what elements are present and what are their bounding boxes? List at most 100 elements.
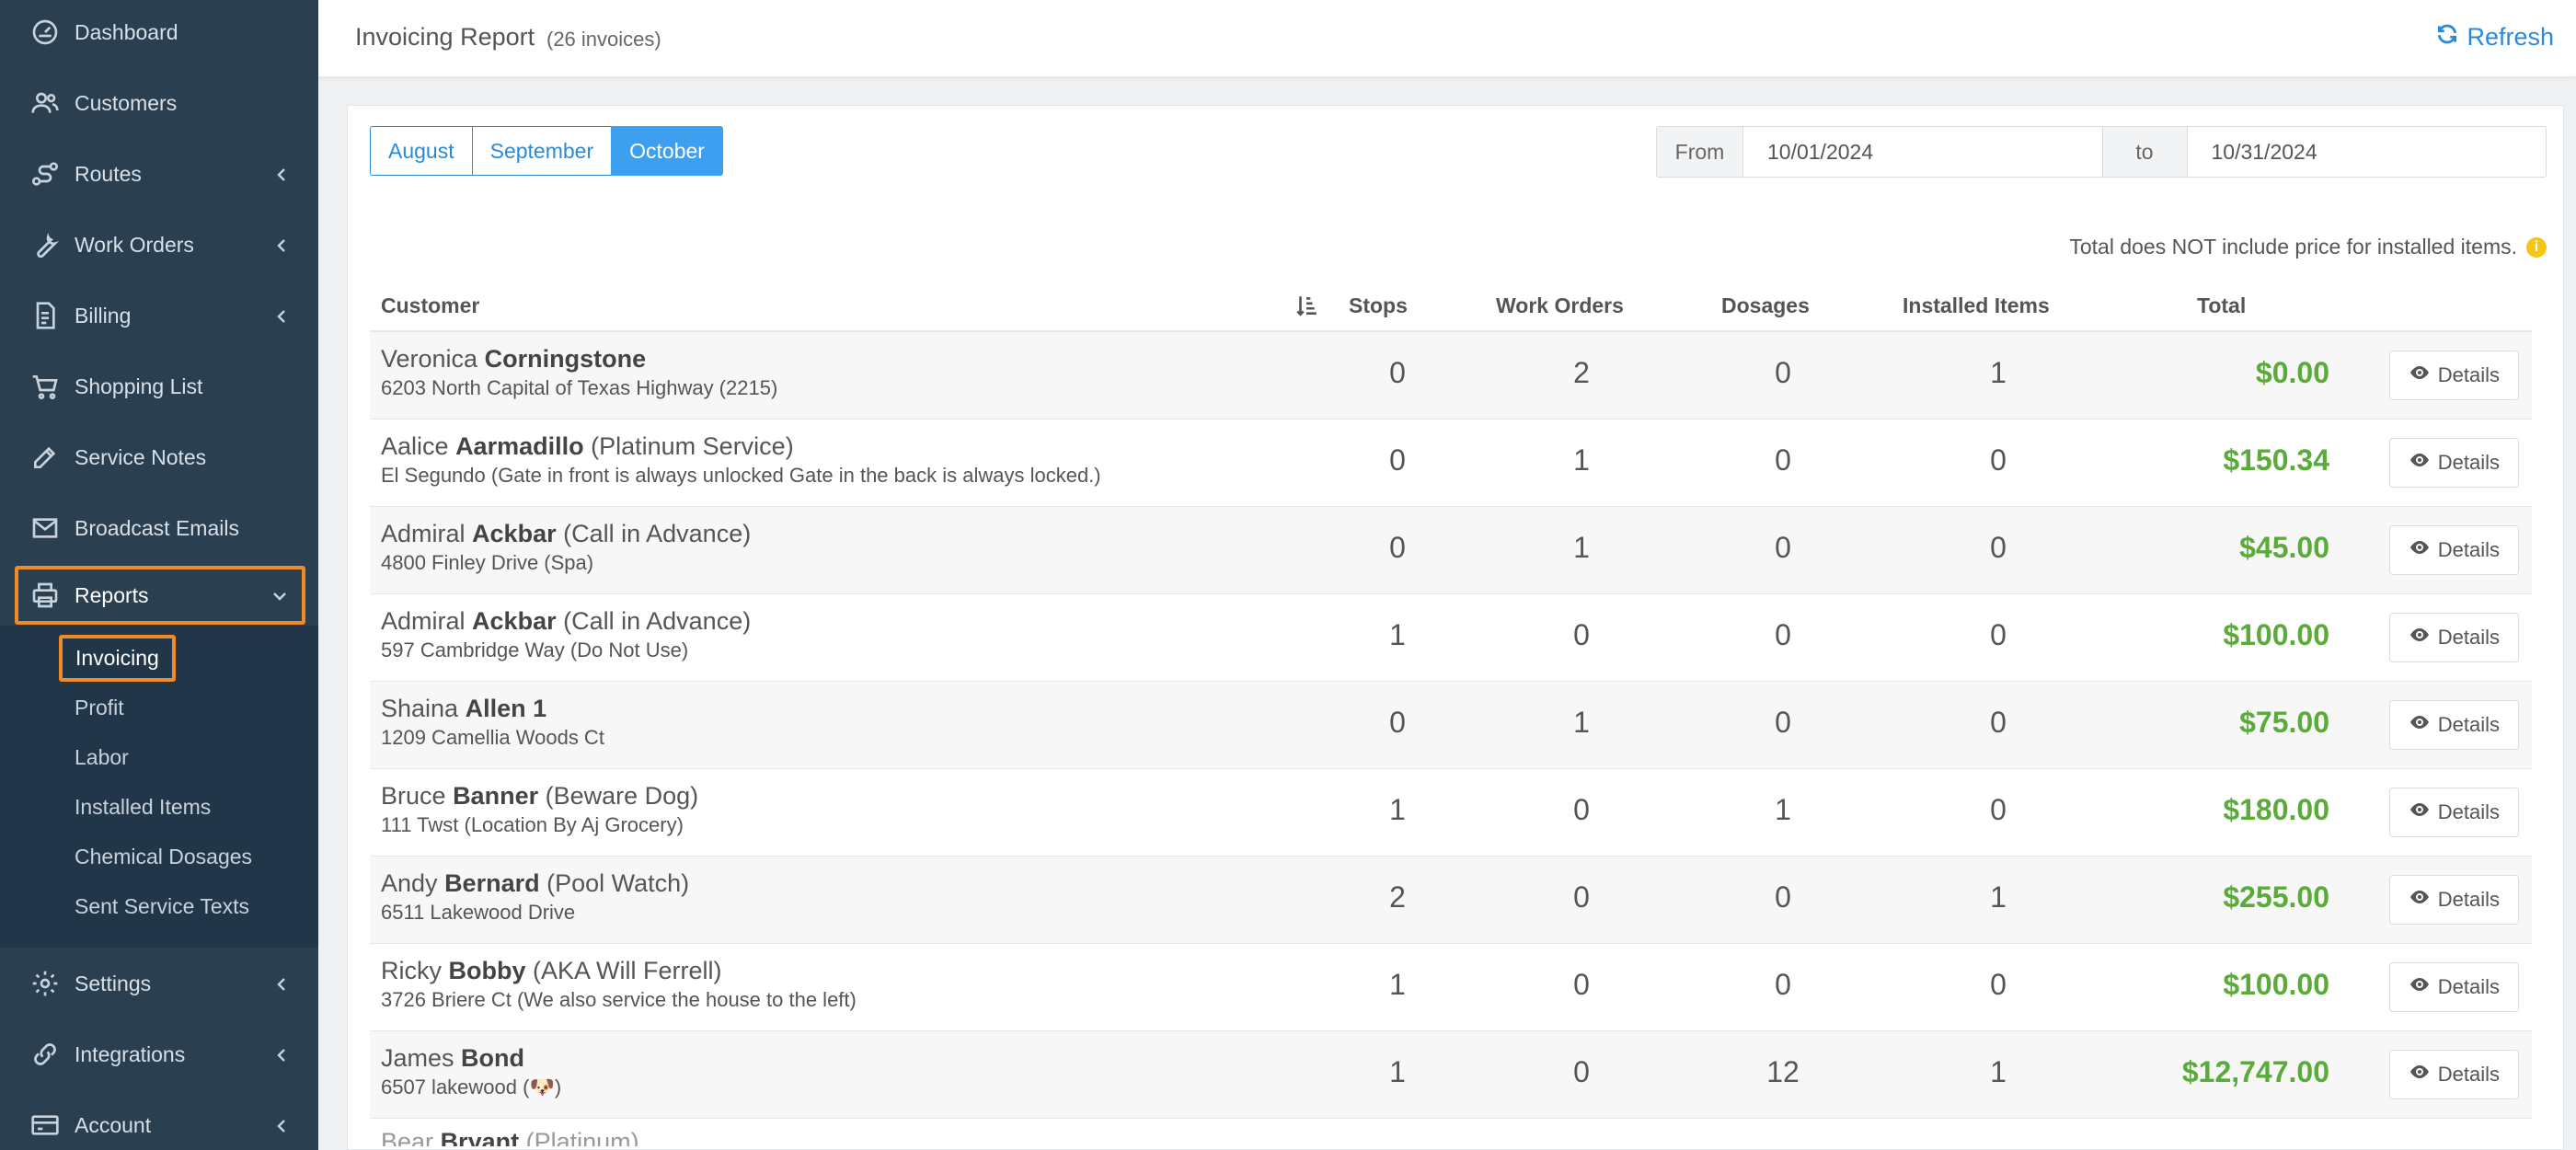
- customer-note: (Beware Dog): [545, 782, 699, 810]
- details-label: Details: [2437, 888, 2500, 911]
- customer-first-name: Aalice: [381, 432, 449, 460]
- eye-icon: [2409, 711, 2431, 739]
- eye-icon: [2409, 799, 2431, 826]
- col-customer[interactable]: Customer: [381, 293, 479, 318]
- nav-label: Dashboard: [75, 19, 178, 44]
- details-button[interactable]: Details: [2388, 525, 2519, 575]
- customer-name[interactable]: Bear Bryant (Platinum): [381, 1126, 639, 1146]
- submenu-profit[interactable]: Profit: [75, 696, 124, 720]
- nav-dashboard[interactable]: Dashboard: [0, 0, 318, 64]
- nav-broadcast-emails[interactable]: Broadcast Emails: [0, 496, 318, 560]
- customer-name[interactable]: Admiral Ackbar (Call in Advance): [381, 518, 751, 549]
- info-icon[interactable]: i: [2526, 236, 2547, 258]
- table-row: Admiral Ackbar (Call in Advance) 597 Camb…: [370, 594, 2532, 682]
- month-september-button[interactable]: September: [471, 126, 613, 176]
- details-label: Details: [2437, 626, 2500, 649]
- cell-stops: 0: [1389, 706, 1406, 739]
- invoice-table: Customer Stops Work Orders Dosages Insta…: [370, 281, 2532, 1146]
- cell-stops: 1: [1389, 618, 1406, 651]
- customer-address: 4800 Finley Drive (Spa): [381, 551, 594, 574]
- customer-name[interactable]: Ricky Bobby (AKA Will Ferrell): [381, 955, 857, 986]
- month-august-button[interactable]: August: [370, 126, 473, 176]
- nav-shopping-list[interactable]: Shopping List: [0, 354, 318, 419]
- wrench-icon: [29, 229, 61, 260]
- customer-cell: Admiral Ackbar (Call in Advance) 4800 Fin…: [381, 518, 751, 575]
- submenu-sent-service-texts[interactable]: Sent Service Texts: [75, 894, 249, 919]
- details-button[interactable]: Details: [2388, 700, 2519, 750]
- chevron-left-icon: [272, 974, 291, 993]
- details-button[interactable]: Details: [2388, 438, 2519, 488]
- from-label: From: [1657, 127, 1743, 177]
- cell-work-orders: 2: [1573, 356, 1590, 389]
- details-button[interactable]: Details: [2388, 1050, 2519, 1099]
- nav-billing[interactable]: Billing: [0, 283, 318, 348]
- cell-total: $100.00: [2223, 618, 2329, 651]
- cell-work-orders: 1: [1573, 531, 1590, 564]
- dashboard-icon: [29, 17, 61, 48]
- nav-work-orders[interactable]: Work Orders: [0, 213, 318, 277]
- cell-work-orders: 1: [1573, 443, 1590, 477]
- details-button[interactable]: Details: [2388, 875, 2519, 925]
- from-date-input[interactable]: 10/01/2024: [1743, 127, 2102, 177]
- cell-dosages: 0: [1775, 356, 1791, 389]
- invoice-icon: [29, 300, 61, 331]
- submenu-chemical-dosages[interactable]: Chemical Dosages: [75, 845, 252, 869]
- customer-name[interactable]: Admiral Ackbar (Call in Advance): [381, 605, 751, 637]
- nav-label: Service Notes: [75, 444, 207, 469]
- submenu-labor[interactable]: Labor: [75, 745, 129, 770]
- cell-total: $150.34: [2223, 443, 2329, 477]
- cell-stops: 0: [1389, 356, 1406, 389]
- nav-customers[interactable]: Customers: [0, 71, 318, 135]
- customer-last-name: Bernard: [444, 869, 540, 897]
- cell-total: $100.00: [2223, 968, 2329, 1001]
- sort-icon[interactable]: [1294, 293, 1318, 317]
- nav-settings[interactable]: Settings: [0, 951, 318, 1016]
- nav-label: Routes: [75, 161, 142, 186]
- details-button[interactable]: Details: [2388, 788, 2519, 837]
- cell-work-orders: 0: [1573, 793, 1590, 826]
- to-date-input[interactable]: 10/31/2024: [2188, 127, 2547, 177]
- cell-total: $0.00: [2255, 356, 2329, 389]
- month-october-button[interactable]: October: [611, 126, 723, 176]
- details-button[interactable]: Details: [2388, 962, 2519, 1012]
- refresh-button[interactable]: Refresh: [2435, 22, 2554, 52]
- customer-address: 597 Cambridge Way (Do Not Use): [381, 638, 689, 661]
- customer-address: 3726 Briere Ct (We also service the hous…: [381, 988, 857, 1011]
- customer-address: 6511 Lakewood Drive: [381, 901, 576, 924]
- nav-label: Shopping List: [75, 374, 203, 398]
- details-button[interactable]: Details: [2388, 351, 2519, 400]
- customer-name[interactable]: Aalice Aarmadillo (Platinum Service): [381, 431, 1101, 462]
- customer-address: 111 Twst (Location By Aj Grocery): [381, 813, 684, 836]
- cell-work-orders: 0: [1573, 968, 1590, 1001]
- customer-name[interactable]: James Bond: [381, 1042, 561, 1074]
- customer-address: 6507 lakewood (🐶): [381, 1075, 562, 1098]
- eye-icon: [2409, 362, 2431, 389]
- customer-name[interactable]: Shaina Allen 1: [381, 693, 604, 724]
- submenu-invoicing[interactable]: Invoicing: [59, 635, 176, 682]
- cart-icon: [29, 371, 61, 402]
- card-icon: [29, 1110, 61, 1141]
- cell-total: $255.00: [2223, 880, 2329, 914]
- chevron-down-icon: [270, 586, 289, 604]
- customer-name[interactable]: Veronica Corningstone: [381, 343, 777, 374]
- nav-account[interactable]: Account: [0, 1093, 318, 1150]
- nav-label: Work Orders: [75, 232, 194, 257]
- cell-installed: 0: [1990, 443, 2007, 477]
- total-note: Total does NOT include price for install…: [2069, 235, 2547, 259]
- customer-name[interactable]: Bruce Banner (Beware Dog): [381, 780, 698, 811]
- cell-installed: 1: [1990, 880, 2007, 914]
- customer-first-name: Veronica: [381, 345, 478, 373]
- customer-name[interactable]: Andy Bernard (Pool Watch): [381, 868, 689, 899]
- details-label: Details: [2437, 1063, 2500, 1086]
- nav-routes[interactable]: Routes: [0, 142, 318, 206]
- customer-last-name: Bobby: [448, 957, 526, 984]
- cell-work-orders: 0: [1573, 618, 1590, 651]
- nav-integrations[interactable]: Integrations: [0, 1022, 318, 1087]
- details-button[interactable]: Details: [2388, 613, 2519, 662]
- nav-reports[interactable]: Reports: [15, 566, 305, 625]
- customer-address: 6203 North Capital of Texas Highway (221…: [381, 376, 778, 399]
- submenu-installed-items[interactable]: Installed Items: [75, 795, 211, 820]
- sidebar: Dashboard Customers Routes Work Orders B…: [0, 0, 318, 1150]
- nav-service-notes[interactable]: Service Notes: [0, 425, 318, 489]
- chevron-left-icon: [272, 236, 291, 254]
